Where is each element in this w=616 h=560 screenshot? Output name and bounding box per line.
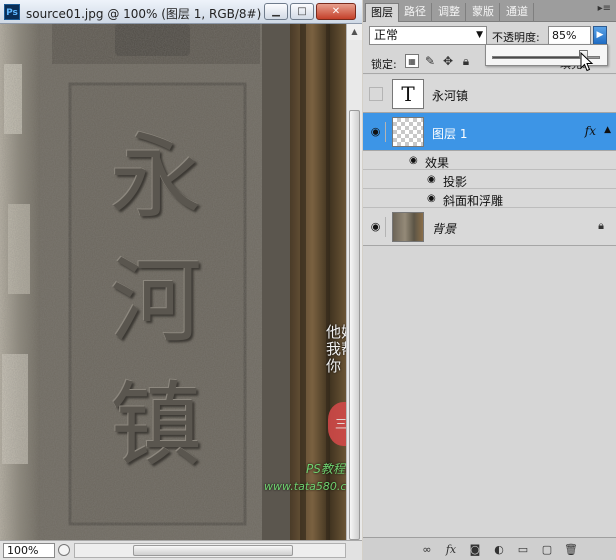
effects-group-label: 效果 — [425, 156, 450, 170]
watermark-url: www.tata580.com — [264, 480, 346, 493]
eye-icon[interactable]: ◉ — [427, 192, 441, 205]
status-bar: 100% — [0, 540, 362, 560]
tab-paths[interactable]: 路径 — [399, 3, 432, 22]
tab-layers[interactable]: 图层 — [365, 3, 399, 22]
document-window: Ps source01.jpg @ 100% (图层 1, RGB/8#) * … — [0, 0, 362, 560]
lock-all-icon[interactable]: 🔒︎ — [459, 54, 473, 68]
trash-icon[interactable]: 🗑︎ — [563, 542, 579, 557]
adjustment-icon[interactable]: ◐ — [491, 542, 507, 557]
eye-icon[interactable]: ◉ — [409, 154, 423, 167]
opacity-slider-fill — [493, 57, 585, 58]
lock-transparency-icon[interactable]: ▦ — [405, 54, 419, 68]
tab-adjustments[interactable]: 调整 — [433, 3, 466, 22]
horizontal-scroll-thumb[interactable] — [133, 545, 293, 556]
minimize-button[interactable]: ▁ — [264, 3, 288, 20]
chevron-down-icon: ▼ — [476, 30, 483, 40]
background-thumbnail — [392, 212, 424, 242]
fx-icon[interactable]: fx — [443, 542, 459, 557]
panel-tab-bar: 图层 路径 调整 蒙版 通道 ▸≡ — [363, 0, 616, 22]
opacity-input[interactable]: 85% — [548, 26, 591, 45]
image-canvas[interactable]: 永 河 镇 他她我帮你 三石 PS教程网 www.tata580.com — [0, 24, 346, 540]
vertical-scroll-thumb[interactable] — [349, 110, 360, 540]
tab-channels[interactable]: 通道 — [501, 3, 534, 22]
layer-name[interactable]: 图层 1 — [432, 125, 467, 142]
layer-row-layer1[interactable]: ◉ 图层 1 fx ▲ — [363, 113, 616, 151]
zoom-field[interactable]: 100% — [3, 543, 55, 558]
document-title-bar[interactable]: Ps source01.jpg @ 100% (图层 1, RGB/8#) * … — [0, 0, 362, 24]
carved-text: 永 河 镇 — [96, 116, 216, 488]
mask-icon[interactable]: ◙ — [467, 542, 483, 557]
status-info-icon[interactable] — [58, 544, 70, 556]
layer-thumbnail — [392, 117, 424, 147]
link-icon[interactable]: ∞ — [419, 542, 435, 557]
tab-masks[interactable]: 蒙版 — [467, 3, 500, 22]
fx-icon: fx — [584, 124, 596, 138]
lock-label: 锁定: — [371, 58, 397, 71]
layers-list: T 永河镇 ◉ 图层 1 fx ▲ ◉ 效果 ◉ 投影 ◉ 斜面和浮雕 ◉ 背景… — [363, 75, 616, 537]
scroll-up-icon[interactable]: ▲ — [347, 24, 362, 40]
effects-group-row[interactable]: ◉ 效果 — [363, 151, 616, 170]
effect-row-drop-shadow[interactable]: ◉ 投影 — [363, 170, 616, 189]
layer-name[interactable]: 永河镇 — [432, 87, 468, 104]
layer-row-text[interactable]: T 永河镇 — [363, 75, 616, 113]
layer-row-background[interactable]: ◉ 背景 🔒︎ — [363, 208, 616, 246]
carved-char: 永 — [109, 124, 202, 231]
document-title: source01.jpg @ 100% (图层 1, RGB/8#) * — [26, 7, 272, 21]
effect-label: 斜面和浮雕 — [443, 194, 504, 208]
close-button[interactable]: ✕ — [316, 3, 356, 20]
eye-icon[interactable]: ◉ — [427, 173, 441, 186]
carved-char: 河 — [109, 248, 202, 355]
lock-icon: 🔒︎ — [598, 219, 604, 232]
carved-char: 镇 — [109, 372, 202, 479]
new-layer-icon[interactable]: ▢ — [539, 542, 555, 557]
expand-effects-icon[interactable]: ▲ — [604, 125, 611, 135]
watermark-vertical-text: 他她我帮你 — [326, 323, 346, 375]
panel-menu-icon[interactable]: ▸≡ — [598, 3, 611, 14]
lock-paint-icon[interactable]: ✎ — [423, 54, 437, 68]
vertical-scrollbar[interactable]: ▲ — [346, 24, 362, 540]
visibility-toggle[interactable] — [369, 87, 383, 101]
eye-icon[interactable]: ◉ — [366, 217, 386, 237]
mouse-pointer-icon — [580, 52, 594, 72]
eye-icon[interactable]: ◉ — [366, 122, 386, 142]
watermark-site: PS教程网 — [306, 462, 346, 476]
text-layer-thumbnail: T — [392, 79, 424, 109]
effect-label: 投影 — [443, 175, 468, 189]
blend-mode-select[interactable]: 正常 ▼ — [369, 26, 487, 45]
maximize-button[interactable]: □ — [290, 3, 314, 20]
photoshop-app-icon: Ps — [4, 4, 20, 20]
horizontal-scrollbar[interactable] — [74, 543, 346, 558]
opacity-slider-toggle[interactable]: ▶ — [593, 26, 607, 45]
blend-mode-value: 正常 — [374, 28, 399, 42]
layer-name[interactable]: 背景 — [432, 220, 456, 237]
group-folder-icon[interactable]: ▭ — [515, 542, 531, 557]
lock-move-icon[interactable]: ✥ — [441, 54, 455, 68]
watermark-seal: 三石 — [328, 402, 346, 446]
effect-row-bevel-emboss[interactable]: ◉ 斜面和浮雕 — [363, 189, 616, 208]
layers-panel-footer: ∞ fx ◙ ◐ ▭ ▢ 🗑︎ — [363, 537, 616, 560]
layers-panel: 图层 路径 调整 蒙版 通道 ▸≡ 正常 ▼ 不透明度: 85% ▶ 锁定: ▦… — [363, 0, 616, 560]
opacity-label: 不透明度: — [492, 31, 540, 44]
